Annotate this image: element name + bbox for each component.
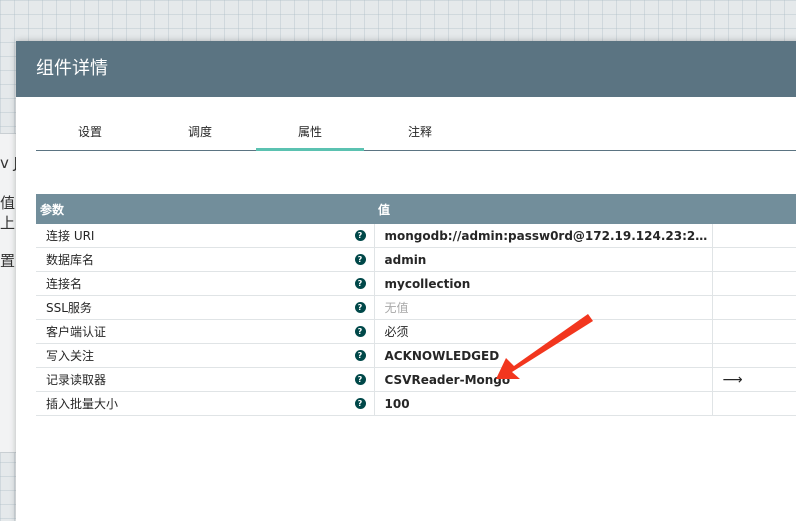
- property-name-cell: SSL服务?: [36, 295, 375, 320]
- table-row[interactable]: 写入关注? ACKNOWLEDGED: [36, 343, 796, 368]
- property-action-cell: [712, 343, 796, 368]
- property-action-cell: [712, 295, 796, 320]
- property-value[interactable]: 无值: [374, 295, 713, 320]
- property-name: 数据库名: [46, 253, 95, 267]
- property-name: 连接名: [46, 277, 83, 291]
- table-row[interactable]: 记录读取器? CSVReader-Mongo ⟶: [36, 367, 796, 392]
- tab-comments[interactable]: 注释: [366, 114, 474, 150]
- property-value[interactable]: admin: [374, 247, 713, 272]
- table-row[interactable]: 客户端认证? 必须: [36, 319, 796, 344]
- property-value[interactable]: mongodb://admin:passw0rd@172.19.124.23:2…: [374, 224, 713, 248]
- table-row[interactable]: 数据库名? admin: [36, 247, 796, 272]
- component-details-dialog: 组件详情 设置 调度 属性 注释 参数 值 连接 URI? mongodb://a…: [16, 41, 796, 521]
- property-name-cell: 插入批量大小?: [36, 391, 375, 416]
- property-value[interactable]: 必须: [374, 319, 713, 344]
- property-value[interactable]: 100: [374, 391, 713, 416]
- property-action-cell: [712, 247, 796, 272]
- table-row[interactable]: SSL服务? 无值: [36, 295, 796, 320]
- property-action-cell: [712, 391, 796, 416]
- background-text-fragment: 置: [0, 252, 16, 270]
- property-name-cell: 记录读取器?: [36, 367, 375, 392]
- tab-scheduling[interactable]: 调度: [146, 114, 254, 150]
- tab-settings[interactable]: 设置: [36, 114, 144, 150]
- property-name: 记录读取器: [46, 373, 107, 387]
- property-value[interactable]: CSVReader-Mongo: [374, 367, 713, 392]
- property-value[interactable]: mycollection: [374, 271, 713, 296]
- help-icon[interactable]: ?: [354, 302, 366, 313]
- property-name-cell: 数据库名?: [36, 247, 375, 272]
- tab-properties[interactable]: 属性: [256, 114, 364, 151]
- help-icon[interactable]: ?: [354, 398, 366, 409]
- property-action-cell: [712, 271, 796, 296]
- property-value[interactable]: ACKNOWLEDGED: [374, 343, 713, 368]
- help-icon[interactable]: ?: [354, 326, 366, 337]
- table-row[interactable]: 连接名? mycollection: [36, 271, 796, 296]
- help-icon[interactable]: ?: [354, 374, 366, 385]
- dialog-header: 组件详情: [16, 41, 796, 97]
- property-name: 写入关注: [46, 349, 95, 363]
- background-text-fragment: 上: [0, 214, 16, 232]
- property-name: SSL服务: [46, 301, 92, 315]
- column-header-action: [712, 194, 796, 224]
- table-row[interactable]: 插入批量大小? 100: [36, 391, 796, 416]
- column-header-value: 值: [374, 194, 712, 224]
- properties-table: 参数 值 连接 URI? mongodb://admin:passw0rd@172…: [36, 194, 796, 416]
- property-name-cell: 客户端认证?: [36, 319, 375, 344]
- help-icon[interactable]: ?: [354, 278, 366, 289]
- dialog-title: 组件详情: [36, 58, 108, 79]
- property-name: 客户端认证: [46, 325, 107, 339]
- property-name: 插入批量大小: [46, 397, 119, 411]
- property-name: 连接 URI: [46, 229, 95, 243]
- help-icon[interactable]: ?: [354, 350, 366, 361]
- property-action-cell: [712, 319, 796, 344]
- column-header-param: 参数: [36, 194, 374, 224]
- property-name-cell: 写入关注?: [36, 343, 375, 368]
- table-row[interactable]: 连接 URI? mongodb://admin:passw0rd@172.19.1…: [36, 224, 796, 248]
- go-to-service-arrow-icon[interactable]: ⟶: [712, 367, 796, 392]
- background-text-fragment: 值: [0, 194, 16, 212]
- property-name-cell: 连接名?: [36, 271, 375, 296]
- help-icon[interactable]: ?: [354, 254, 366, 265]
- tab-bar: 设置 调度 属性 注释: [36, 114, 796, 151]
- property-action-cell: [712, 224, 796, 248]
- help-icon[interactable]: ?: [354, 230, 366, 241]
- property-name-cell: 连接 URI?: [36, 224, 375, 248]
- table-header-row: 参数 值: [36, 194, 796, 224]
